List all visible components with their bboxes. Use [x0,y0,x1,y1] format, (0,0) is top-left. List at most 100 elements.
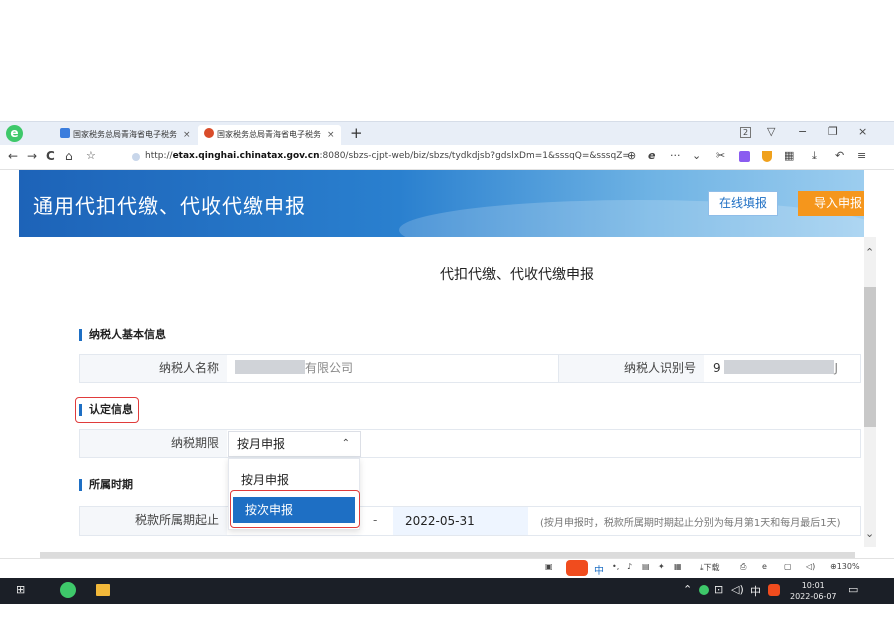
tax-period-label: 纳税期限 [80,430,227,457]
back-icon[interactable]: ← [8,149,18,163]
download-icon[interactable]: ⤓ [812,149,817,163]
download-label: 下载 [703,563,720,572]
vertical-scrollbar[interactable]: ⌃ ⌄ [864,237,876,547]
status-download[interactable]: ⤓下载 [700,562,720,573]
scroll-thumb[interactable] [864,287,876,427]
tax-emblem-icon [204,128,214,138]
taskbar: ⊞ ⌃ ⊡ ◁) 中 10:01 2022-06-07 ▭ [0,578,894,604]
taxpayer-id-value: 9 J [705,355,860,382]
tax-period-select[interactable]: 按月申报 ⌃ [228,431,361,457]
end-date-input[interactable]: 2022-05-31 [393,507,528,535]
browser-logo-icon: e [6,125,23,142]
keyboard-icon[interactable]: ▤ [642,562,650,571]
page-title: 通用代扣代缴、代收代缴申报 [33,194,306,218]
video-icon[interactable]: ▣ [545,562,553,571]
punctuation-icon[interactable]: •, [612,562,619,571]
period-range-label: 税款所属期起止 [80,507,227,535]
tab-2-label: 国家税务总局青海省电子税务 [217,130,321,139]
window-icon[interactable]: ▢ [784,562,792,571]
url-field[interactable]: http://etax.qinghai.chinatax.gov.cn:8080… [145,151,630,161]
scissors-icon[interactable]: ✂ [716,149,725,162]
apps-grid-icon[interactable]: ▦ [784,149,794,162]
redacted-block [235,360,305,374]
tab-1[interactable]: 国家税务总局青海省电子税务 × [54,125,197,146]
form-title: 代扣代缴、代收代缴申报 [440,267,594,283]
clock[interactable]: 10:01 2022-06-07 [790,580,837,602]
minimize-button[interactable]: − [798,125,807,138]
restore-button[interactable]: ❐ [828,125,838,138]
taxpayer-id-suffix: J [834,361,839,375]
url-domain: etax.qinghai.chinatax.gov.cn [172,151,320,161]
extension-purple-icon[interactable] [739,151,750,162]
sogou-tray-icon[interactable] [768,584,780,596]
chevron-up-icon[interactable]: ⌃ [683,583,692,596]
sogou-ime-icon[interactable] [566,560,588,576]
section-taxpayer-info: 纳税人基本信息 [79,329,166,341]
new-tab-button[interactable]: + [350,124,363,142]
notification-icon[interactable]: ▭ [848,583,858,596]
period-hint: (按月申报时，税款所属期时期起止分别为每月第1天和每月最后1天) [540,518,841,529]
bookmark-icon[interactable]: ☆ [86,149,96,162]
tab-2-close-icon[interactable]: × [327,130,335,140]
more-icon[interactable]: ··· [670,149,681,162]
screen: e 国家税务总局青海省电子税务 × 国家税务总局青海省电子税务 × + 2 ▽ − … [0,0,894,626]
sound-icon[interactable]: ◁) [806,562,815,571]
home-icon[interactable]: ⌂ [65,149,73,163]
taxpayer-id-label: 纳税人识别号 [558,355,704,382]
toolbox-icon[interactable]: ▦ [674,562,682,571]
period-row: 纳税期限 按月申报 ⌃ [79,429,861,458]
section-period: 所属时期 [79,479,133,491]
site-favicon-icon [60,128,70,138]
windows-start-icon[interactable]: ⊞ [16,583,25,596]
mic-icon[interactable]: ♪ [627,562,632,571]
undo-icon[interactable]: ↶ [835,149,844,162]
zoom-icon[interactable]: ⊕ [627,149,636,162]
tax-period-selected: 按月申报 [237,437,286,451]
scroll-up-icon[interactable]: ⌃ [865,246,874,259]
browser-taskbar-icon[interactable] [60,582,76,598]
ime-status[interactable]: 中 [750,583,761,599]
taxpayer-name-suffix: 有限公司 [305,361,354,375]
zoom-status[interactable]: ⊕130% [830,562,860,571]
tray-app-icon[interactable] [699,585,709,595]
clock-time: 10:01 [801,581,825,590]
browser-tab-bar: e 国家税务总局青海省电子税务 × 国家税务总局青海省电子税务 × + 2 ▽ − … [0,121,894,146]
chevron-up-icon: ⌃ [341,438,350,449]
skin-icon[interactable]: ✦ [658,562,665,571]
highlight-box [75,397,139,423]
reload-icon[interactable]: C [46,149,55,163]
page-banner: 通用代扣代缴、代收代缴申报 在线填报 导入申报 [19,170,864,237]
taxpayer-name-label: 纳税人名称 [80,355,227,382]
address-bar: ← → C ⌂ ☆ http://etax.qinghai.chinatax.g… [0,145,894,170]
date-separator: - [373,513,378,527]
tab-2[interactable]: 国家税务总局青海省电子税务 × [198,125,341,146]
hamburger-menu-icon[interactable]: ≡ [857,149,866,162]
forward-icon[interactable]: → [27,149,37,163]
taxpayer-name-value: 有限公司 [227,355,557,382]
tab-count-icon[interactable]: 2 [740,127,752,138]
print-icon[interactable]: ⎙ [740,562,746,572]
ime-chinese-icon[interactable]: 中 [594,562,604,577]
url-path: :8080/sbzs-cjpt-web/biz/sbzs/tydkdjsb?gd… [319,151,630,161]
redacted-block [724,360,835,374]
tab-1-close-icon[interactable]: × [183,130,191,140]
file-explorer-icon[interactable] [96,584,110,596]
menu-icon[interactable]: ▽ [767,125,775,138]
network-icon[interactable]: ⊡ [714,583,723,596]
ie-icon[interactable]: e [762,562,767,571]
shield-icon[interactable] [762,151,772,162]
close-window-button[interactable]: × [858,125,867,138]
chevron-down-icon[interactable]: ⌄ [692,149,701,162]
url-prefix: http:// [145,151,173,161]
security-icon [132,153,140,161]
online-fill-button[interactable]: 在线填报 [708,191,778,216]
zoom-level: 130% [836,562,860,571]
volume-icon[interactable]: ◁) [731,583,744,596]
clock-date: 2022-06-07 [790,592,837,601]
ie-mode-icon[interactable]: e [648,149,655,162]
banner-decoration [399,200,864,237]
browser-status-bar: ▣ 中 •, ♪ ▤ ✦ ▦ ⤓下载 ⎙ e ▢ ◁) ⊕130% [0,558,894,578]
taxpayer-row: 纳税人名称 有限公司 纳税人识别号 9 J [79,354,861,383]
import-declaration-button[interactable]: 导入申报 [798,191,864,216]
scroll-down-icon[interactable]: ⌄ [865,527,874,540]
